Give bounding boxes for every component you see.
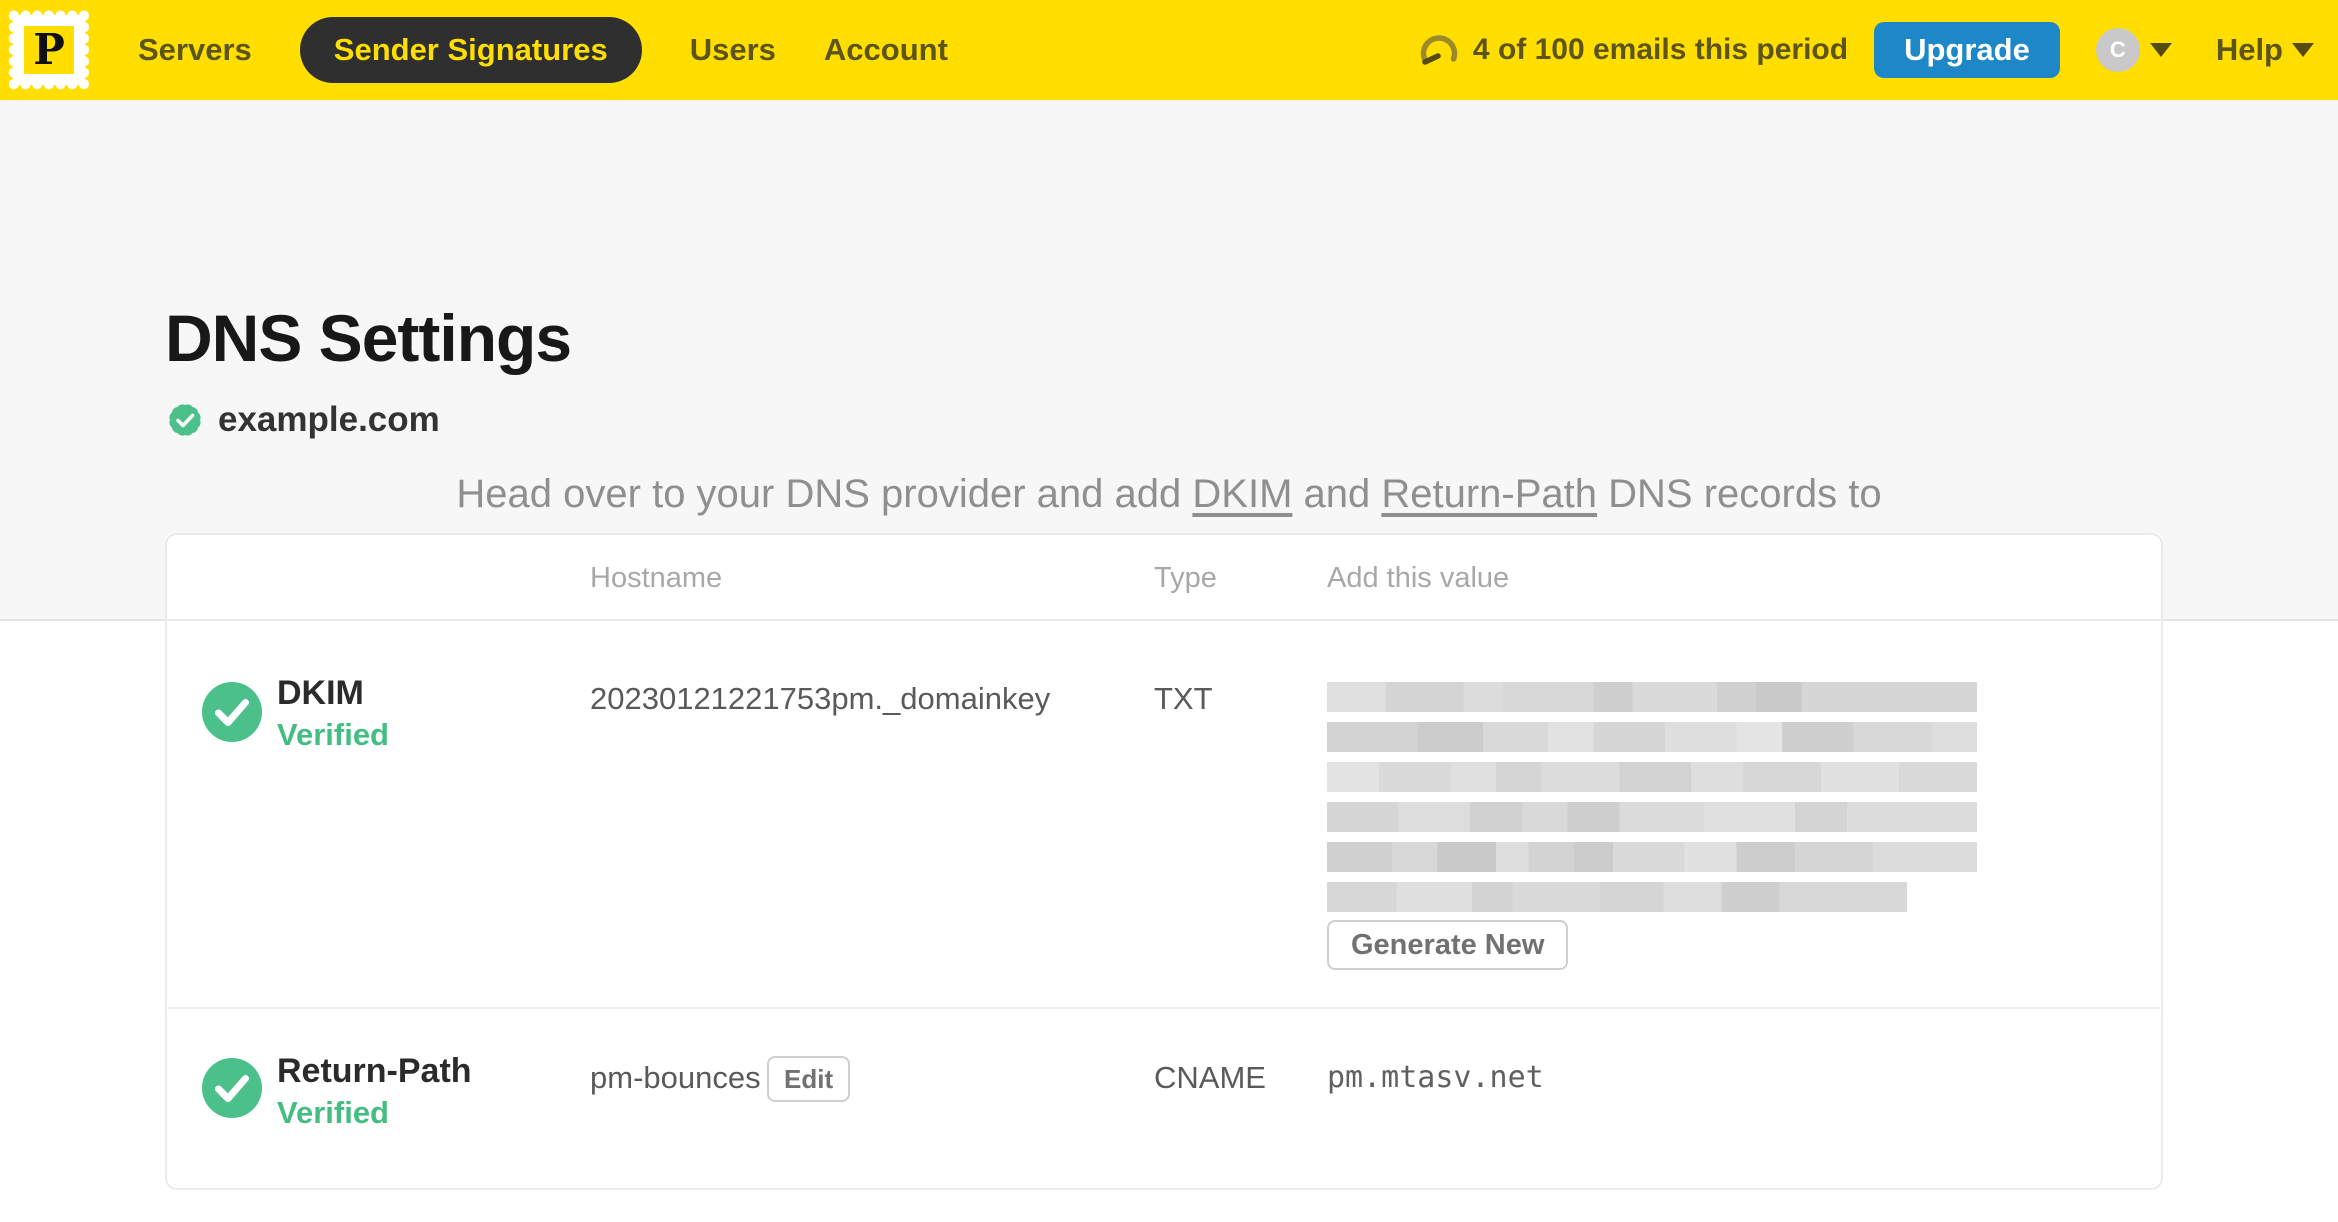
record-status-badge: Verified	[277, 1095, 389, 1130]
record-value: pm.mtasv.net	[1327, 1060, 1544, 1095]
record-type: TXT	[1154, 681, 1213, 716]
desc-text: Head over to your DNS provider and add	[456, 472, 1193, 516]
desc-text: DNS records to	[1597, 472, 1882, 516]
check-circle-icon	[202, 682, 262, 742]
column-header-hostname: Hostname	[590, 562, 723, 594]
redacted-value-line	[1327, 842, 1977, 872]
dns-records-table: Hostname Type Add this value DKIM Verifi…	[165, 533, 2163, 1190]
edit-hostname-button[interactable]: Edit	[767, 1056, 851, 1102]
redacted-value-line	[1327, 762, 1977, 792]
nav-item-users[interactable]: Users	[690, 32, 776, 68]
usage-gauge-icon	[1420, 35, 1458, 65]
nav-item-servers[interactable]: Servers	[138, 32, 252, 68]
account-menu[interactable]: C	[2095, 28, 2172, 72]
redacted-value-line	[1327, 882, 1907, 912]
domain-row: example.com	[165, 400, 440, 440]
redacted-value-line	[1327, 682, 1977, 712]
page-title: DNS Settings	[165, 301, 572, 375]
generate-new-button[interactable]: Generate New	[1327, 920, 1569, 970]
upgrade-button[interactable]: Upgrade	[1874, 22, 2060, 78]
usage-counter: 4 of 100 emails this period	[1472, 33, 1849, 66]
dns-settings-page: P Servers Sender Signatures Users Accoun…	[0, 0, 2338, 1222]
column-header-type: Type	[1154, 562, 1217, 594]
nav-item-account[interactable]: Account	[824, 32, 948, 68]
nav-item-sender-signatures[interactable]: Sender Signatures	[299, 17, 642, 83]
record-status-badge: Verified	[277, 717, 389, 752]
record-hostname: 20230121221753pm._domainkey	[590, 681, 1051, 716]
record-type: CNAME	[1154, 1060, 1266, 1095]
desc-text: and	[1292, 472, 1382, 516]
table-header-row: Hostname Type Add this value	[167, 535, 2161, 621]
redacted-value-line	[1327, 722, 1977, 752]
caret-down-icon[interactable]	[2149, 43, 2172, 57]
column-header-add-this-value: Add this value	[1327, 562, 1510, 594]
logo-letter: P	[33, 25, 65, 74]
record-name: DKIM	[277, 674, 364, 712]
row-divider	[167, 1007, 2161, 1009]
domain-name: example.com	[218, 400, 440, 439]
verified-seal-icon	[169, 404, 201, 436]
help-label[interactable]: Help	[2216, 32, 2283, 68]
record-hostname: pm-bounces	[590, 1060, 761, 1095]
redacted-value-line	[1327, 802, 1977, 832]
help-menu[interactable]: Help	[2216, 32, 2314, 68]
record-name: Return-Path	[277, 1052, 472, 1090]
avatar[interactable]: C	[2095, 28, 2140, 72]
top-nav: P Servers Sender Signatures Users Accoun…	[0, 0, 2338, 100]
caret-down-icon[interactable]	[2292, 43, 2314, 57]
dkim-link[interactable]: DKIM	[1192, 472, 1292, 516]
postmark-logo[interactable]: P	[8, 10, 90, 90]
stamp-inner: P	[24, 26, 74, 74]
check-circle-icon	[202, 1058, 262, 1118]
return-path-link[interactable]: Return-Path	[1381, 472, 1597, 516]
